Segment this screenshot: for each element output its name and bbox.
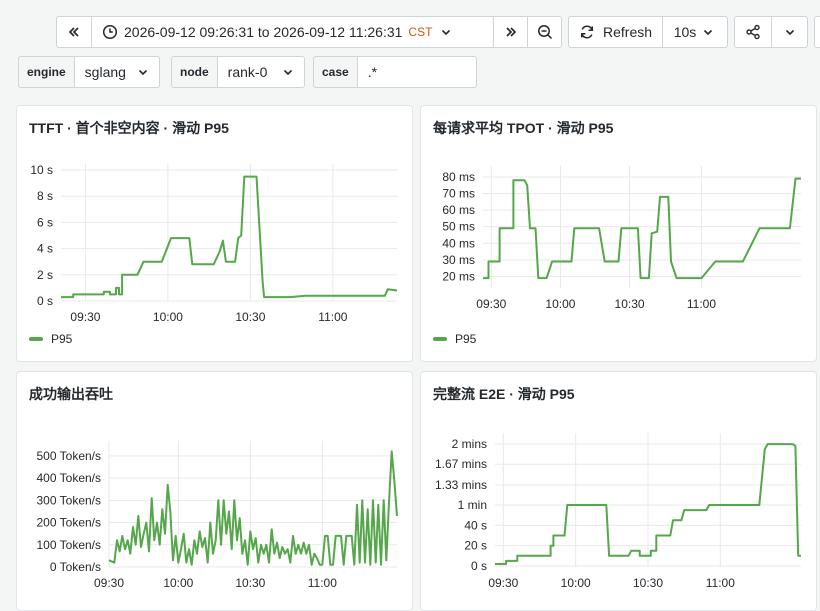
variable-value: rank-0 [227, 64, 268, 80]
refresh-icon [580, 25, 594, 39]
y-tick-label: 1.33 mins [435, 478, 487, 492]
y-tick-label: 50 ms [442, 220, 475, 234]
x-tick-label: 10:30 [235, 576, 265, 590]
x-tick-label: 11:00 [308, 576, 337, 590]
node-select[interactable]: rank-0 [217, 56, 305, 88]
x-tick-label: 10:00 [561, 576, 591, 590]
e2e-chart: 0 s 20 s 40 s 1 min 1.33 mins 1.67 mins 2 mins… [435, 433, 801, 590]
engine-select[interactable]: sglang [74, 56, 160, 88]
x-tick-label: 10:30 [633, 576, 663, 590]
x-tick-label: 10:30 [615, 297, 645, 311]
y-tick-label: 80 ms [442, 170, 475, 184]
y-tick-label: 1 min [458, 498, 487, 512]
y-tick-label: 70 ms [442, 187, 475, 201]
zoom-out-button[interactable] [527, 17, 561, 47]
variable-node: node rank-0 [171, 56, 305, 88]
y-tick-label: 8 s [37, 189, 53, 203]
variable-label: engine [18, 56, 75, 88]
y-tick-label: 0 Token/s [50, 560, 101, 574]
variable-case: case .* [313, 56, 477, 88]
variable-value: sglang [84, 64, 126, 80]
y-tick-label: 30 ms [442, 253, 475, 267]
variable-label: node [171, 56, 218, 88]
chevron-down-icon [785, 29, 794, 36]
y-tick-label: 100 Token/s [37, 538, 102, 552]
panel-throughput[interactable]: 成功输出吞吐 0 Token/s 100 Token/s 200 Token/s 30… [16, 371, 413, 611]
share-picker [734, 16, 808, 48]
panel-ttft[interactable]: TTFT · 首个非空内容 · 滑动 P95 0 s2 s4 s6 s8 s 10… [16, 105, 413, 362]
chevron-down-icon [442, 29, 451, 36]
legend-label: P95 [455, 332, 477, 346]
x-tick-label: 11:00 [687, 297, 716, 311]
share-icon [746, 24, 760, 40]
refresh-button[interactable]: Refresh [569, 17, 662, 47]
y-tick-label: 2 s [37, 268, 53, 282]
y-tick-label: 0 s [471, 559, 487, 573]
y-tick-label: 1.67 mins [435, 457, 487, 471]
double-chevron-left-icon [68, 27, 79, 37]
ttft-chart: 0 s 2 s 4 s 6 s 8 s 10 s 09:30 10:00 10:30 11:00 [30, 163, 398, 324]
y-tick-label: 20 ms [442, 269, 475, 283]
y-tick-label: 6 s [37, 215, 53, 229]
series-line [61, 175, 398, 299]
legend-item[interactable]: P95 [29, 332, 72, 346]
case-input[interactable]: .* [357, 56, 477, 88]
y-tick-label: 4 s [37, 242, 53, 256]
x-tick-label: 10:00 [545, 297, 575, 311]
y-tick-label: 200 Token/s [37, 516, 102, 530]
y-tick-label: 10 s [30, 163, 53, 177]
double-chevron-right-icon [505, 27, 516, 37]
series-line [108, 450, 398, 566]
time-range-picker: 2026-09-12 09:26:31 to 2026-09-12 11:26:… [56, 16, 562, 48]
variable-label: case [313, 56, 358, 88]
shift-back-button[interactable] [57, 17, 91, 47]
clock-icon [102, 24, 118, 40]
legend-item[interactable]: P95 [433, 332, 476, 346]
y-tick-label: 60 ms [442, 203, 475, 217]
x-tick-label: 11:00 [706, 576, 735, 590]
y-tick-label: 40 ms [442, 236, 475, 250]
y-tick-label: 400 Token/s [37, 471, 102, 485]
legend-swatch [433, 337, 447, 341]
x-tick-label: 10:00 [153, 310, 183, 324]
y-tick-label: 20 s [464, 539, 487, 553]
panel-tpot[interactable]: 每请求平均 TPOT · 滑动 P95 20 ms 30 ms 40 ms 50 ms… [420, 105, 817, 362]
zoom-out-icon [537, 25, 552, 40]
y-tick-label: 300 Token/s [37, 493, 102, 507]
y-tick-label: 2 mins [452, 437, 487, 451]
refresh-interval-select[interactable]: 10s [662, 17, 727, 47]
toolbar-overflow-edge [814, 16, 820, 48]
chevron-down-icon [704, 29, 713, 36]
x-tick-label: 09:30 [488, 576, 518, 590]
time-range-button[interactable]: 2026-09-12 09:26:31 to 2026-09-12 11:26:… [91, 17, 493, 47]
throughput-chart: 0 Token/s 100 Token/s 200 Token/s 300 Token… [37, 441, 398, 590]
timezone-label: CST [408, 25, 433, 39]
x-tick-label: 09:30 [94, 576, 124, 590]
x-tick-label: 09:30 [476, 297, 506, 311]
panel-e2e[interactable]: 完整流 E2E · 滑动 P95 0 s 20 s 40 s1 min 1.33 mi… [420, 371, 817, 611]
chevron-down-icon [283, 69, 292, 76]
tpot-chart: 20 ms 30 ms 40 ms 50 ms 60 ms 70 ms 80 ms 09:30… [442, 166, 801, 311]
x-tick-label: 10:00 [163, 576, 193, 590]
shift-forward-button[interactable] [493, 17, 527, 47]
y-tick-label: 500 Token/s [37, 449, 102, 463]
x-tick-label: 10:30 [235, 310, 265, 324]
refresh-interval-value: 10s [673, 24, 697, 40]
x-tick-label: 11:00 [318, 310, 347, 324]
legend-swatch [29, 337, 43, 341]
variable-engine: engine sglang [18, 56, 160, 88]
y-tick-label: 0 s [37, 294, 53, 308]
x-tick-label: 09:30 [70, 310, 100, 324]
chevron-down-icon [138, 69, 147, 76]
time-range-text: 2026-09-12 09:26:31 to 2026-09-12 11:26:… [124, 24, 403, 40]
variable-value: .* [367, 64, 378, 80]
legend-label: P95 [51, 332, 73, 346]
refresh-label: Refresh [603, 24, 653, 40]
share-menu-button[interactable] [771, 17, 807, 47]
y-tick-label: 40 s [464, 518, 487, 532]
refresh-picker: Refresh 10s [568, 16, 728, 48]
share-button[interactable] [735, 17, 771, 47]
